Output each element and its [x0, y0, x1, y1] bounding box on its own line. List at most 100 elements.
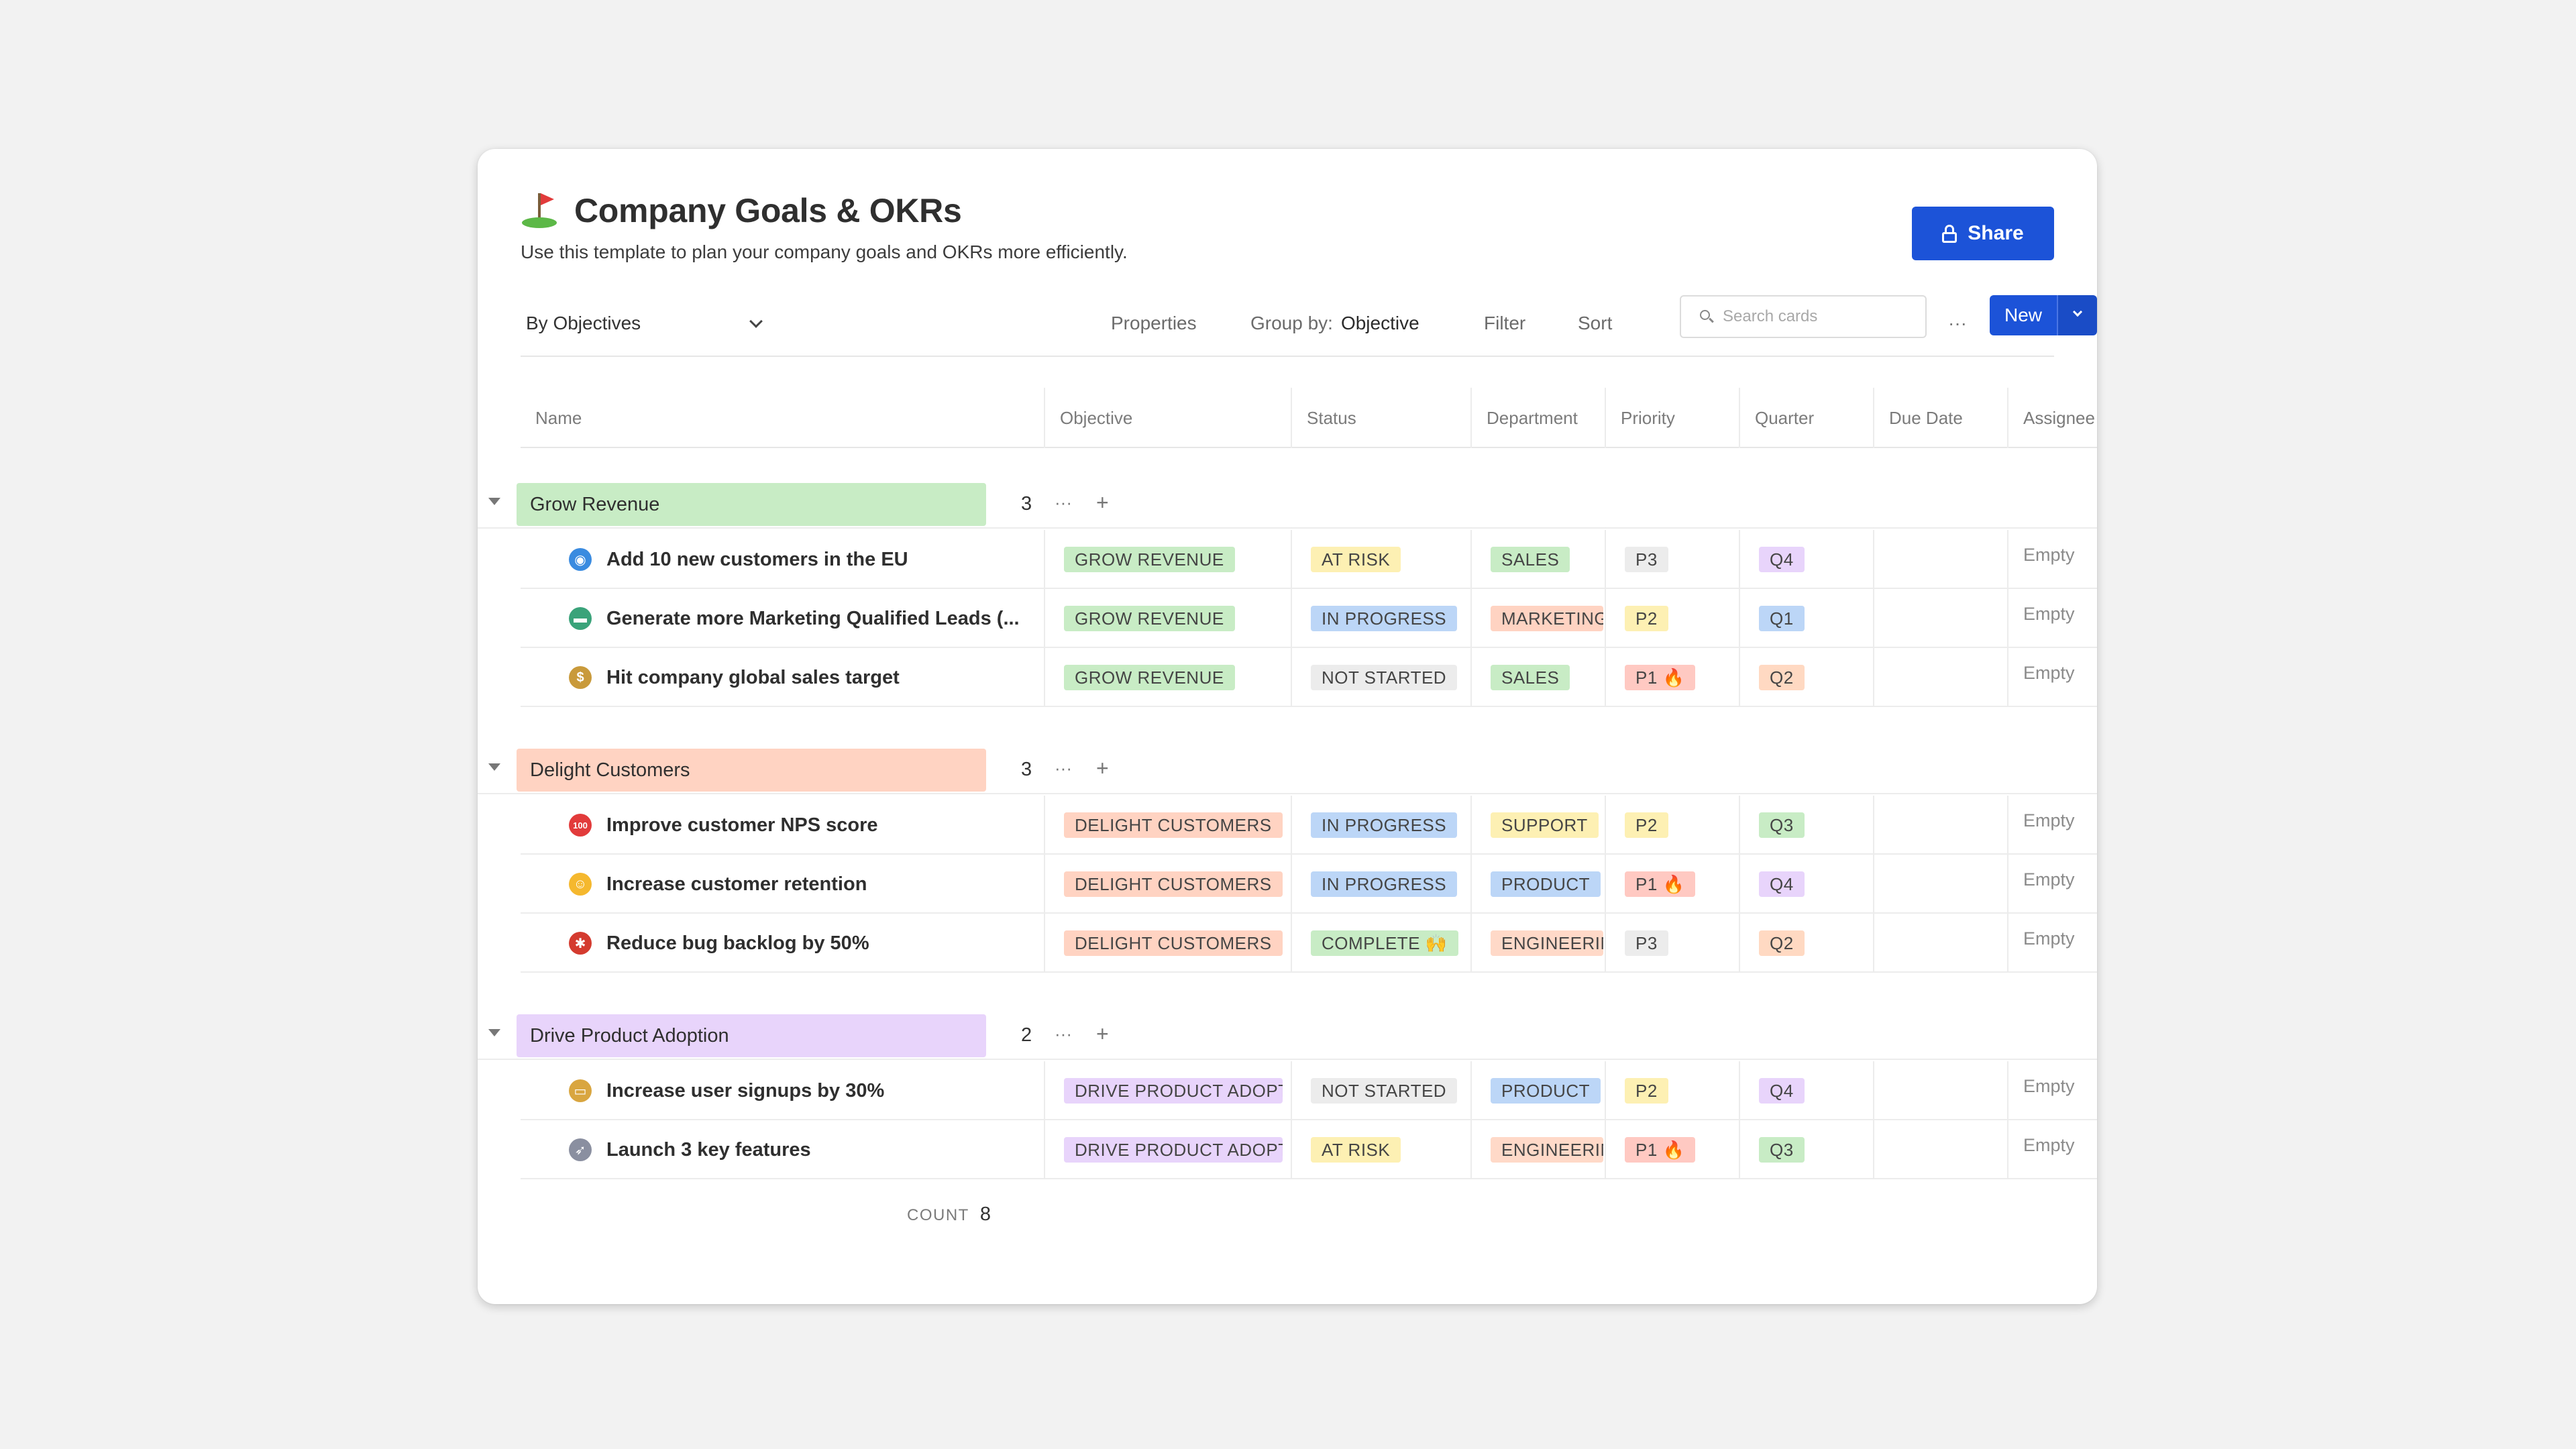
cell-status[interactable]: NOT STARTED — [1291, 648, 1470, 707]
cell-due-date[interactable] — [1873, 648, 2007, 707]
sort-button[interactable]: Sort — [1578, 303, 1612, 343]
cell-status[interactable]: IN PROGRESS — [1291, 855, 1470, 914]
cell-quarter[interactable]: Q2 — [1739, 648, 1873, 707]
collapse-triangle-icon[interactable] — [488, 498, 500, 505]
cell-objective[interactable]: GROW REVENUE — [1044, 648, 1291, 707]
cell-name[interactable]: $ Hit company global sales target — [521, 648, 1044, 707]
group-label[interactable]: Drive Product Adoption — [517, 1014, 986, 1057]
cell-assignee[interactable]: Empty — [2007, 796, 2097, 855]
column-header-quarter[interactable]: Quarter — [1739, 388, 1873, 448]
cell-assignee[interactable]: Empty — [2007, 589, 2097, 648]
table-row[interactable]: 100 Improve customer NPS score DELIGHT CUS… — [521, 796, 2097, 855]
cell-department[interactable]: SALES — [1470, 648, 1605, 707]
cell-name[interactable]: ✱ Reduce bug backlog by 50% — [521, 914, 1044, 973]
cell-name[interactable]: ▬ Generate more Marketing Qualified Leads… — [521, 589, 1044, 648]
cell-priority[interactable]: P2 — [1605, 796, 1739, 855]
properties-button[interactable]: Properties — [1111, 303, 1197, 343]
cell-name[interactable]: ➶ Launch 3 key features — [521, 1120, 1044, 1179]
cell-priority[interactable]: P1 🔥 — [1605, 1120, 1739, 1179]
cell-assignee[interactable]: Empty — [2007, 530, 2097, 589]
column-header-objective[interactable]: Objective — [1044, 388, 1291, 448]
search-box[interactable] — [1680, 295, 1927, 338]
collapse-triangle-icon[interactable] — [488, 763, 500, 771]
column-header-status[interactable]: Status — [1291, 388, 1470, 448]
cell-status[interactable]: IN PROGRESS — [1291, 589, 1470, 648]
cell-department[interactable]: PRODUCT — [1470, 855, 1605, 914]
cell-due-date[interactable] — [1873, 1061, 2007, 1120]
new-button[interactable]: New — [1990, 295, 2057, 335]
cell-status[interactable]: COMPLETE 🙌 — [1291, 914, 1470, 973]
cell-quarter[interactable]: Q1 — [1739, 589, 1873, 648]
more-options-button[interactable]: ··· — [1948, 303, 1967, 343]
search-input[interactable] — [1723, 307, 1917, 326]
table-row[interactable]: ☺ Increase customer retention DELIGHT CUST… — [521, 855, 2097, 914]
cell-objective[interactable]: DELIGHT CUSTOMERS — [1044, 855, 1291, 914]
cell-assignee[interactable]: Empty — [2007, 1120, 2097, 1179]
cell-assignee[interactable]: Empty — [2007, 855, 2097, 914]
cell-due-date[interactable] — [1873, 530, 2007, 589]
group-add-button[interactable]: + — [1096, 751, 1109, 785]
share-button[interactable]: Share — [1912, 207, 2054, 260]
table-row[interactable]: ➶ Launch 3 key features DRIVE PRODUCT ADOP… — [521, 1120, 2097, 1179]
cell-due-date[interactable] — [1873, 1120, 2007, 1179]
cell-objective[interactable]: DRIVE PRODUCT ADOPTION — [1044, 1120, 1291, 1179]
cell-objective[interactable]: DELIGHT CUSTOMERS — [1044, 796, 1291, 855]
cell-priority[interactable]: P1 🔥 — [1605, 648, 1739, 707]
cell-department[interactable]: ENGINEERING — [1470, 914, 1605, 973]
cell-quarter[interactable]: Q3 — [1739, 796, 1873, 855]
cell-name[interactable]: ◉ Add 10 new customers in the EU — [521, 530, 1044, 589]
cell-status[interactable]: NOT STARTED — [1291, 1061, 1470, 1120]
cell-assignee[interactable]: Empty — [2007, 1061, 2097, 1120]
cell-name[interactable]: 100 Improve customer NPS score — [521, 796, 1044, 855]
filter-button[interactable]: Filter — [1484, 303, 1525, 343]
cell-priority[interactable]: P1 🔥 — [1605, 855, 1739, 914]
cell-status[interactable]: IN PROGRESS — [1291, 796, 1470, 855]
cell-status[interactable]: AT RISK — [1291, 530, 1470, 589]
cell-objective[interactable]: GROW REVENUE — [1044, 530, 1291, 589]
column-header-department[interactable]: Department — [1470, 388, 1605, 448]
group-by-button[interactable]: Group by: Objective — [1250, 303, 1419, 343]
cell-quarter[interactable]: Q4 — [1739, 855, 1873, 914]
table-row[interactable]: ✱ Reduce bug backlog by 50% DELIGHT CUSTOM… — [521, 914, 2097, 973]
column-header-priority[interactable]: Priority — [1605, 388, 1739, 448]
cell-objective[interactable]: DRIVE PRODUCT ADOPTION — [1044, 1061, 1291, 1120]
cell-due-date[interactable] — [1873, 914, 2007, 973]
column-header-due-date[interactable]: Due Date — [1873, 388, 2007, 448]
group-add-button[interactable]: + — [1096, 1017, 1109, 1051]
column-header-name[interactable]: Name — [521, 388, 1044, 448]
group-add-button[interactable]: + — [1096, 486, 1109, 519]
cell-name[interactable]: ☺ Increase customer retention — [521, 855, 1044, 914]
cell-department[interactable]: SALES — [1470, 530, 1605, 589]
collapse-triangle-icon[interactable] — [488, 1029, 500, 1036]
group-more-button[interactable]: ··· — [1055, 486, 1072, 519]
cell-objective[interactable]: GROW REVENUE — [1044, 589, 1291, 648]
cell-quarter[interactable]: Q2 — [1739, 914, 1873, 973]
group-label[interactable]: Grow Revenue — [517, 483, 986, 526]
cell-priority[interactable]: P3 — [1605, 914, 1739, 973]
cell-due-date[interactable] — [1873, 855, 2007, 914]
table-row[interactable]: ▬ Generate more Marketing Qualified Leads… — [521, 589, 2097, 648]
cell-priority[interactable]: P2 — [1605, 1061, 1739, 1120]
column-header-assignee[interactable]: Assignee — [2007, 388, 2097, 448]
cell-quarter[interactable]: Q4 — [1739, 1061, 1873, 1120]
group-more-button[interactable]: ··· — [1055, 1017, 1072, 1051]
cell-priority[interactable]: P3 — [1605, 530, 1739, 589]
view-selector[interactable]: By Objectives — [521, 303, 769, 343]
table-row[interactable]: $ Hit company global sales target GROW REV… — [521, 648, 2097, 707]
group-label[interactable]: Delight Customers — [517, 749, 986, 792]
new-dropdown-button[interactable] — [2057, 295, 2097, 335]
cell-name[interactable]: ▭ Increase user signups by 30% — [521, 1061, 1044, 1120]
cell-department[interactable]: PRODUCT — [1470, 1061, 1605, 1120]
cell-due-date[interactable] — [1873, 589, 2007, 648]
cell-department[interactable]: MARKETING — [1470, 589, 1605, 648]
cell-priority[interactable]: P2 — [1605, 589, 1739, 648]
cell-assignee[interactable]: Empty — [2007, 914, 2097, 973]
cell-department[interactable]: SUPPORT — [1470, 796, 1605, 855]
cell-quarter[interactable]: Q4 — [1739, 530, 1873, 589]
cell-objective[interactable]: DELIGHT CUSTOMERS — [1044, 914, 1291, 973]
cell-assignee[interactable]: Empty — [2007, 648, 2097, 707]
cell-quarter[interactable]: Q3 — [1739, 1120, 1873, 1179]
cell-status[interactable]: AT RISK — [1291, 1120, 1470, 1179]
group-more-button[interactable]: ··· — [1055, 751, 1072, 785]
cell-due-date[interactable] — [1873, 796, 2007, 855]
